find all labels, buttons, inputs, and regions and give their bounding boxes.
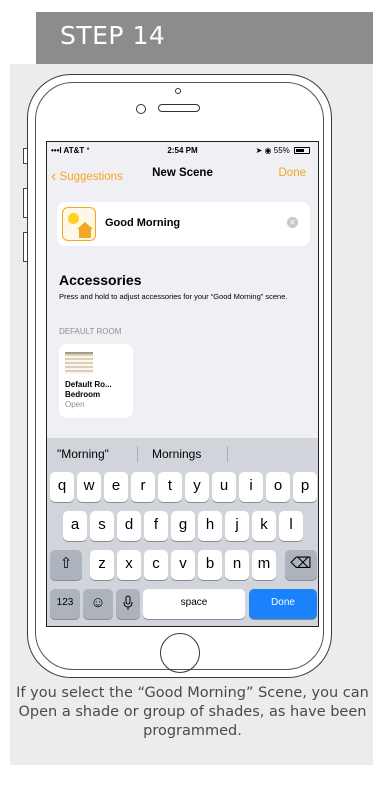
key-e[interactable]: e (104, 472, 128, 502)
key-o[interactable]: o (266, 472, 290, 502)
key-t[interactable]: t (158, 472, 182, 502)
volume-down-button (23, 232, 27, 262)
key-v[interactable]: v (171, 550, 195, 580)
accessories-description: Press and hold to adjust accessories for… (59, 292, 288, 301)
status-bar: •••l AT&T ᐤ 2:54 PM ➤ ◉ 55% (47, 142, 318, 158)
home-button[interactable] (160, 633, 200, 673)
house-roof-icon (77, 222, 93, 229)
keyboard-done-key[interactable]: Done (249, 589, 317, 619)
alarm-icon: ◉ (264, 146, 272, 155)
emoji-key[interactable]: ☺ (83, 589, 113, 619)
front-camera-icon (136, 104, 146, 114)
key-j[interactable]: j (225, 511, 249, 541)
house-icon (79, 229, 91, 238)
microphone-icon (123, 595, 133, 611)
emoji-icon: ☺ (90, 594, 106, 611)
scene-name-row[interactable]: Good Morning ✕ (57, 202, 310, 246)
key-y[interactable]: y (185, 472, 209, 502)
backspace-key[interactable]: ⌫ (285, 550, 317, 580)
key-i[interactable]: i (239, 472, 263, 502)
done-button[interactable]: Done (279, 167, 307, 179)
step-header: STEP 14 (36, 12, 373, 64)
key-h[interactable]: h (198, 511, 222, 541)
suggestion-divider (137, 446, 138, 462)
key-f[interactable]: f (144, 511, 168, 541)
mute-switch (23, 148, 27, 164)
accessory-tile[interactable]: Default Ro... Bedroom Open (59, 344, 133, 418)
key-x[interactable]: x (117, 550, 141, 580)
accessory-state: Open (65, 400, 85, 409)
suggestion-1[interactable]: "Morning" (57, 447, 109, 461)
window-shade-icon (65, 352, 93, 374)
key-l[interactable]: l (279, 511, 303, 541)
accessory-room: Bedroom (65, 390, 101, 399)
space-key[interactable]: space (143, 589, 245, 619)
accessories-heading: Accessories (59, 272, 142, 288)
key-m[interactable]: m (252, 550, 276, 580)
key-n[interactable]: n (225, 550, 249, 580)
key-p[interactable]: p (293, 472, 317, 502)
numbers-key[interactable]: 123 (50, 589, 80, 619)
room-label: DEFAULT ROOM (59, 327, 122, 336)
clear-icon[interactable]: ✕ (287, 217, 298, 228)
location-icon: ➤ (255, 146, 263, 155)
earpiece-speaker (158, 104, 200, 112)
keyboard: "Morning" Mornings q w e r t y u i o p a… (47, 438, 318, 626)
shift-key[interactable]: ⇧ (50, 550, 82, 580)
key-a[interactable]: a (63, 511, 87, 541)
key-g[interactable]: g (171, 511, 195, 541)
key-b[interactable]: b (198, 550, 222, 580)
key-w[interactable]: w (77, 472, 101, 502)
key-u[interactable]: u (212, 472, 236, 502)
key-d[interactable]: d (117, 511, 141, 541)
scene-name-field[interactable]: Good Morning (105, 217, 180, 229)
key-q[interactable]: q (50, 472, 74, 502)
step-title: STEP 14 (60, 21, 166, 50)
morning-scene-icon[interactable] (62, 207, 96, 241)
dictation-key[interactable] (116, 589, 140, 619)
key-r[interactable]: r (131, 472, 155, 502)
battery-percent: 55% (273, 146, 290, 155)
key-z[interactable]: z (90, 550, 114, 580)
key-k[interactable]: k (252, 511, 276, 541)
caption: If you select the “Good Morning” Scene, … (16, 685, 369, 739)
key-s[interactable]: s (90, 511, 114, 541)
accessory-name: Default Ro... (65, 380, 112, 389)
battery-icon (294, 147, 310, 154)
phone-screen: •••l AT&T ᐤ 2:54 PM ➤ ◉ 55% ‹ Suggestion… (46, 141, 319, 627)
nav-title: New Scene (152, 167, 213, 179)
key-c[interactable]: c (144, 550, 168, 580)
suggestion-bar: "Morning" Mornings (47, 442, 318, 466)
suggestion-2[interactable]: Mornings (152, 447, 201, 461)
status-right: ➤ ◉ 55% (256, 146, 310, 155)
volume-up-button (23, 188, 27, 218)
proximity-sensor (175, 88, 181, 94)
suggestion-divider (227, 446, 228, 462)
navigation-bar: ‹ Suggestions New Scene Done (47, 164, 318, 185)
